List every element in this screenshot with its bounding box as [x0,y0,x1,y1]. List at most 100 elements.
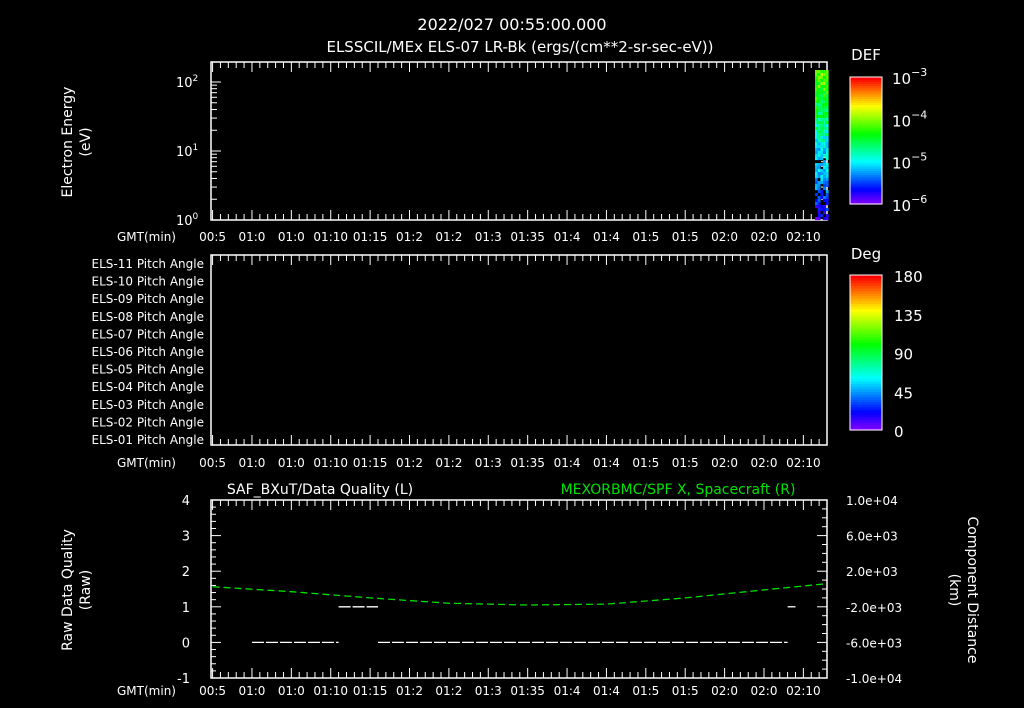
spectrogram-cell [825,106,829,110]
spectrogram-cell [820,121,824,125]
spectrogram-cell [817,199,821,203]
time-tick-label: 01:2 [396,230,423,244]
spectrogram-cell [817,169,821,173]
spectrogram-cell [817,118,821,122]
spectrogram-cell [820,109,824,113]
spectrogram-cell [815,184,818,188]
spectrogram-cell [825,148,829,152]
time-tick-label: 01:10 [313,230,348,244]
spectrogram-cell [820,106,824,110]
left-axis-label: Raw Data Quality [60,529,76,651]
spectrogram-cell [820,181,824,185]
spectrogram-cell [825,85,829,89]
spectrogram-cell [823,118,826,122]
spectrogram-cell [823,115,826,119]
deg-colorbar-title: Deg [851,245,881,263]
spectrogram-cell [817,115,821,119]
spectrogram-cell [823,100,826,104]
pitch-angle-row-label: ELS-08 Pitch Angle [92,310,204,324]
energy-tick-label: 102 [176,74,198,91]
spectrogram-cell [817,172,821,176]
spectrogram-cell [825,73,829,77]
spectrogram-cell [820,124,824,128]
spectrogram-cell [815,73,818,77]
spectrogram-cell [825,79,829,83]
spectrogram-cell [817,139,821,143]
spectrogram-cell [823,181,826,185]
spectrogram-cell [815,97,818,101]
spectrogram-cell [825,166,829,170]
spectrogram-cell [823,163,826,167]
spectrogram-cell [817,205,821,209]
spectrogram-cell [817,214,821,218]
spectrogram-cell [825,154,829,158]
spectrogram-cell [820,208,824,212]
time-tick-label: 01:2 [435,230,462,244]
plot-frame [210,254,828,446]
spectrogram-cell [817,187,821,191]
spectrogram-cell [820,115,824,119]
spectrogram-cell [817,91,821,95]
spectrogram-cell [823,130,826,134]
def-colorbar-title: DEF [851,46,881,64]
spectrogram-cell [817,88,821,92]
plot-frame [210,61,828,221]
spectrogram-cell [817,109,821,113]
pitch-angle-row-label: ELS-06 Pitch Angle [92,345,204,359]
spectrogram-cell [817,73,821,77]
spectrogram-cell [823,82,826,86]
pitch-angle-row-label: ELS-11 Pitch Angle [92,257,204,271]
pitch-angle-row-label: ELS-02 Pitch Angle [92,415,204,429]
spectrogram-cell [825,208,829,212]
spectrogram-cell [815,187,818,191]
energy-tick-label: 100 [176,212,199,229]
spectrogram-cell [817,133,821,137]
spectrogram-cell [825,118,829,122]
spectrogram-cell [815,193,818,197]
spectrogram-cell [823,91,826,95]
spectrogram-cell [825,76,829,80]
spectrogram-cell [817,190,821,194]
spectrogram-cell [817,103,821,107]
spectrogram-cell [823,109,826,113]
spectrogram-cell [815,85,818,89]
spectrogram-cell [820,193,824,197]
left-series-title: SAF_BXuT/Data Quality (L) [227,482,413,498]
spectrogram-cell [817,112,821,116]
spectrogram-cell [825,184,829,188]
spectrogram-cell [825,139,829,143]
right-series-title: MEXORBMC/SPF X, Spacecraft (R) [561,482,796,498]
deg-colorbar-tick-label: 135 [894,307,923,325]
spectrogram-cell [825,181,829,185]
spectrogram-cell [825,190,829,194]
spectrogram-cell [825,214,829,218]
spectrogram-cell [817,196,821,200]
spectrogram-cell [817,142,821,146]
spectrogram-cell [817,163,821,167]
spectrogram-cell [820,175,824,179]
spectrogram-cell [823,172,826,176]
spectrogram-cell [817,208,821,212]
def-colorbar-tick-label: 10−5 [892,151,927,173]
time-tick-label: 01:0 [278,456,305,470]
spectrogram-cell [820,97,824,101]
spectrogram-cell [825,169,829,173]
def-colorbar-tick-label: 10−6 [892,193,927,215]
left-tick-label: 4 [182,494,190,509]
spectrogram-cell [823,160,826,164]
time-tick-label: 01:5 [632,456,659,470]
spectrogram-cell [820,178,824,182]
plot-canvas: 2022/027 00:55:00.000 ELSSCIL/MEx ELS-07… [60,15,980,698]
spectrogram-cell [817,127,821,131]
spectrogram-cell [817,145,821,149]
time-tick-label: 00:5 [199,456,226,470]
spectrogram-cell [820,145,824,149]
spectrogram-cell [825,124,829,128]
spectrogram-cell [823,136,826,140]
time-tick-label: 02:0 [751,684,778,698]
spectrogram-cell [817,76,821,80]
spectrogram-cell [815,136,818,140]
right-tick-label: 6.0e+03 [846,530,898,544]
time-tick-label: 01:4 [554,456,581,470]
spectrogram-cell [815,88,818,92]
